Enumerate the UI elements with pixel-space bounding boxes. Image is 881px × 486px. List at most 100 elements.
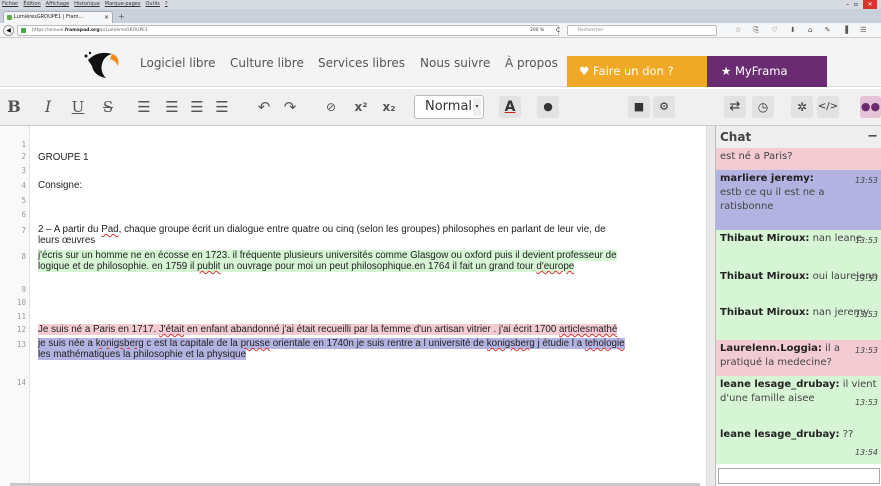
indent-icon[interactable]: ☰ [188, 95, 206, 119]
editor-scrollbar[interactable] [706, 126, 715, 486]
message-text: est né a Paris? [720, 151, 793, 162]
menu-edit[interactable]: Édition [23, 0, 40, 9]
message-time: 13:53 [854, 346, 878, 355]
close-window-button[interactable]: ✕ [863, 0, 877, 9]
menu-help[interactable]: ? [165, 0, 168, 9]
nav-services-libres[interactable]: Services libres [318, 56, 405, 70]
spelling-error: d'europe [536, 261, 575, 272]
message-author: Thibaut Miroux: [720, 307, 810, 318]
new-tab-button[interactable]: + [118, 12, 125, 21]
share-icon[interactable]: ⚙ [653, 96, 675, 118]
comment-icon[interactable]: ● [537, 96, 559, 118]
chat-message: marliere jeremy: 13:53 estb ce qu il est… [716, 170, 881, 230]
video-call-icon[interactable]: ■ [628, 96, 650, 118]
menu-bookmarks[interactable]: Marque-pages [105, 0, 141, 9]
chat-message: leane lesage_drubay: ?? 13:54 [716, 426, 881, 464]
menu-tools[interactable]: Outils [145, 0, 159, 9]
browser-toolbar-icons[interactable]: ☆ ⎘ ♡ ⬇ ⌂ ✎ ▐ ☰ [735, 25, 872, 36]
line-number: 11 [16, 312, 26, 321]
strikethrough-button[interactable]: S [100, 95, 116, 119]
tab-title: LumièresGROUPE1 | Fram... [14, 14, 84, 20]
url-domain: framapad.org [64, 28, 100, 33]
text-color-button[interactable]: A [499, 96, 521, 118]
donate-button[interactable]: ♥ Faire un don ? [567, 56, 707, 87]
chat-message: Thibaut Miroux: oui laurelenn 13:53 [716, 268, 881, 304]
search-input[interactable]: Rechercher [567, 25, 717, 36]
app-window: Fichier Édition Affichage Historique Mar… [0, 0, 881, 486]
maximize-window-button[interactable]: ▫ [854, 0, 858, 9]
spelling-error: konigsberg [95, 338, 144, 349]
framasoft-logo-icon[interactable] [82, 46, 122, 80]
chat-message: Thibaut Miroux: nan leane 13:53 [716, 230, 881, 268]
embed-icon[interactable]: </> [817, 96, 839, 118]
author-highlight: orientale en 1740n je suis rentre a l un… [270, 338, 487, 349]
ordered-list-icon[interactable]: ☰ [135, 95, 153, 119]
myframa-button[interactable]: ★ MyFrama [707, 56, 827, 87]
text-run: leurs œuvres [38, 235, 96, 246]
nav-logiciel-libre[interactable]: Logiciel libre [140, 56, 216, 70]
author-highlight: Je suis né a Paris en 1717. [38, 324, 159, 335]
menu-file[interactable]: Fichier [2, 0, 18, 9]
underline-button[interactable]: U [70, 95, 86, 119]
pad-editor[interactable]: GROUPE 1 Consigne: 2 – A partir du Pad, … [31, 126, 705, 486]
editor-line-8[interactable]: j'écris sur un homme ne en écosse en 172… [38, 250, 698, 272]
chat-message: est né a Paris? [716, 148, 881, 170]
heading-style-select[interactable]: Normal ▾ [414, 95, 484, 119]
browser-tab[interactable]: LumièresGROUPE1 | Fram... × [3, 11, 113, 23]
chat-message: Laurelenn.Loggia: il a pratiqué la medec… [716, 340, 881, 376]
lock-icon [21, 28, 26, 33]
users-icon[interactable]: ●● [860, 96, 881, 118]
message-author: Thibaut Miroux: [720, 271, 810, 282]
line-number: 10 [16, 298, 26, 307]
zoom-level[interactable]: 200 % [530, 25, 544, 36]
message-author: leane lesage_drubay: [720, 429, 840, 440]
message-time: 13:53 [854, 398, 878, 407]
message-time: 13:53 [854, 274, 878, 283]
bold-button[interactable]: B [6, 95, 22, 119]
import-export-icon[interactable]: ⇄ [724, 96, 746, 118]
editor-line-4[interactable]: Consigne: [38, 180, 698, 191]
editor-line-2[interactable]: GROUPE 1 [38, 152, 698, 163]
spelling-error: Pad [101, 224, 119, 235]
url-path: /p/LumièresGROUPE1 [99, 28, 148, 33]
menu-history[interactable]: Historique [74, 0, 100, 9]
spelling-error: prusse [240, 338, 271, 349]
star-icon: ★ [721, 64, 735, 78]
tab-bar: LumièresGROUPE1 | Fram... × + [0, 9, 881, 23]
url-bar[interactable]: https://annuel.framapad.org/p/LumièresGR… [17, 25, 559, 36]
chat-input[interactable] [718, 468, 880, 484]
message-author: leane lesage_drubay: [720, 379, 840, 390]
unordered-list-icon[interactable]: ☰ [163, 95, 181, 119]
nav-a-propos[interactable]: À propos [505, 56, 558, 70]
editor-line-7[interactable]: 2 – A partir du Pad, chaque groupe écrit… [38, 224, 698, 246]
minimize-window-button[interactable]: – [846, 0, 849, 9]
outdent-icon[interactable]: ☰ [213, 95, 231, 119]
superscript-button[interactable]: x² [350, 95, 372, 119]
url-prefix: https://annuel. [32, 28, 65, 33]
clear-authorship-icon[interactable]: ⊘ [322, 95, 340, 119]
close-tab-icon[interactable]: × [104, 12, 109, 23]
chat-message: leane lesage_drubay: il vient d'une fami… [716, 376, 881, 426]
settings-icon[interactable]: ✲ [791, 96, 813, 118]
back-button[interactable]: ◀ [3, 25, 14, 36]
undo-icon[interactable]: ↶ [255, 95, 273, 119]
italic-button[interactable]: I [40, 95, 56, 119]
reload-icon[interactable]: C [556, 25, 560, 36]
subscript-button[interactable]: x₂ [378, 95, 400, 119]
heading-style-value: Normal [425, 99, 473, 114]
minimize-chat-icon[interactable]: − [867, 126, 878, 148]
text-run: 2 – A partir du [38, 224, 102, 235]
spelling-error: articlesmathé [559, 324, 618, 335]
editor-line-13[interactable]: je suis née a konigsberg c est la capita… [38, 338, 698, 360]
author-highlight: c est la capitale de la [143, 338, 241, 349]
navigation-bar: ◀ https://annuel.framapad.org/p/Lumières… [0, 23, 881, 38]
nav-nous-suivre[interactable]: Nous suivre [420, 56, 490, 70]
line-number: 13 [16, 340, 26, 349]
timeslider-icon[interactable]: ◷ [752, 96, 774, 118]
nav-culture-libre[interactable]: Culture libre [230, 56, 304, 70]
author-highlight: j étudie l a [534, 338, 585, 349]
message-text: estb ce qu il est ne a ratisbonne [720, 187, 825, 212]
redo-icon[interactable]: ↷ [281, 95, 299, 119]
menu-view[interactable]: Affichage [46, 0, 70, 9]
editor-line-12[interactable]: Je suis né a Paris en 1717. J'était en e… [38, 324, 698, 335]
